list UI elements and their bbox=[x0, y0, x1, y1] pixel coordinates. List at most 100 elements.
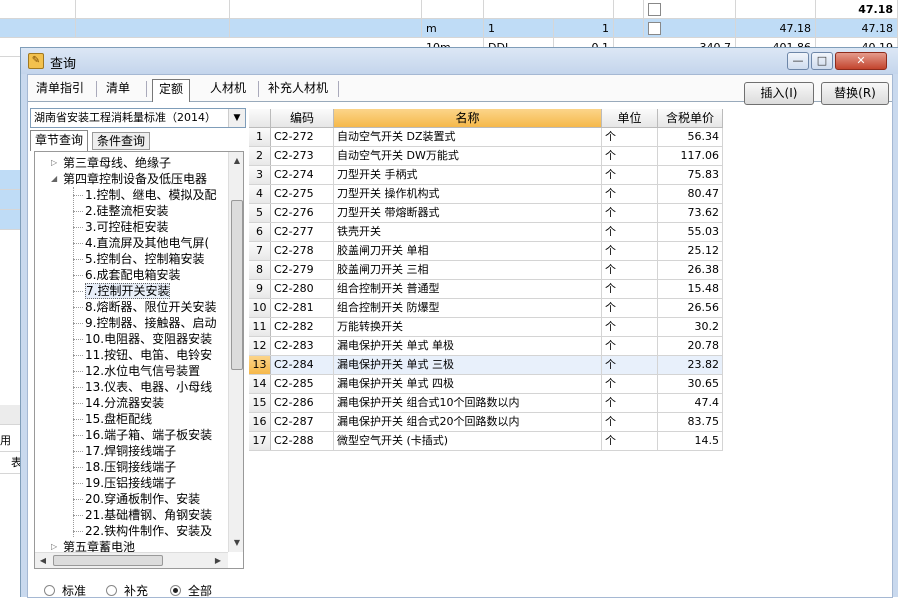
table-row[interactable]: 17 C2-288 微型空气开关 (卡插式) 个 14.5 bbox=[249, 432, 723, 451]
tree-node[interactable]: 6.成套配电箱安装 bbox=[73, 267, 180, 283]
tree-node[interactable]: 12.水位电气信号装置 bbox=[73, 363, 200, 379]
maximize-button[interactable]: □ bbox=[811, 52, 833, 70]
cell-unit: 个 bbox=[602, 204, 658, 222]
row-number: 5 bbox=[249, 204, 271, 222]
cell-price: 73.62 bbox=[658, 204, 723, 222]
title-bar[interactable]: ✎ 查询 — □ ✕ bbox=[21, 48, 898, 74]
triangle-expanded-icon[interactable]: ◢ bbox=[51, 171, 57, 187]
cell-price: 26.38 bbox=[658, 261, 723, 279]
minimize-button[interactable]: — bbox=[787, 52, 809, 70]
tree-node[interactable]: 14.分流器安装 bbox=[73, 395, 165, 411]
header-unit[interactable]: 单位 bbox=[602, 109, 658, 128]
bg-cell bbox=[696, 0, 736, 19]
header-code[interactable]: 编码 bbox=[271, 109, 334, 128]
cell-name: 组合控制开关 防爆型 bbox=[334, 299, 602, 317]
cell-code: C2-280 bbox=[271, 280, 334, 298]
tree-node[interactable]: 11.按钮、电笛、电铃安 bbox=[73, 347, 212, 363]
table-row[interactable]: 16 C2-287 漏电保护开关 组合式20个回路数以内个 83.75 bbox=[249, 413, 723, 432]
table-row[interactable]: 10 C2-281 组合控制开关 防爆型个 26.56 bbox=[249, 299, 723, 318]
radio-all[interactable] bbox=[170, 585, 181, 596]
bg-checkbox[interactable] bbox=[648, 22, 661, 35]
tree-node[interactable]: ◢ 第四章控制设备及低压电器 bbox=[51, 171, 207, 187]
tab-labor-material[interactable]: 人材机 bbox=[204, 79, 252, 99]
replace-button[interactable]: 替换(R) bbox=[821, 82, 889, 105]
tree-node-label: 19.压铝接线端子 bbox=[85, 476, 177, 490]
tree-node[interactable]: 18.压铜接线端子 bbox=[73, 459, 176, 475]
tree-scroll-thumb[interactable] bbox=[231, 200, 243, 370]
bg-cell bbox=[614, 0, 644, 19]
tree-node[interactable]: 13.仪表、电器、小母线 bbox=[73, 379, 212, 395]
tree-node[interactable]: 22.铁构件制作、安装及 bbox=[73, 523, 212, 539]
bg-left-highlight bbox=[0, 210, 22, 230]
tree-node[interactable]: 4.直流屏及其他电气屏( bbox=[73, 235, 209, 251]
tree-connector bbox=[73, 227, 83, 228]
table-row[interactable]: 9 C2-280 组合控制开关 普通型个 15.48 bbox=[249, 280, 723, 299]
tree-node[interactable]: 2.硅整流柜安装 bbox=[73, 203, 168, 219]
standard-select[interactable]: 湖南省安装工程消耗量标准（2014） ▼ bbox=[30, 108, 246, 128]
cell-unit: 个 bbox=[602, 242, 658, 260]
table-row[interactable]: 12 C2-283 漏电保护开关 单式 单极个 20.78 bbox=[249, 337, 723, 356]
chevron-down-icon[interactable]: ▼ bbox=[228, 109, 245, 127]
tree-node[interactable]: 9.控制器、接触器、启动 bbox=[73, 315, 216, 331]
tab-chapter-query[interactable]: 章节查询 bbox=[30, 130, 89, 151]
tree-node[interactable]: 21.基础槽钢、角钢安装 bbox=[73, 507, 213, 523]
radio-standard[interactable] bbox=[44, 585, 55, 596]
radio-supplementary[interactable] bbox=[106, 585, 117, 596]
table-row[interactable]: 15 C2-286 漏电保护开关 组合式10个回路数以内个 47.4 bbox=[249, 394, 723, 413]
table-row[interactable]: 1 C2-272 自动空气开关 DZ装置式个 56.34 bbox=[249, 128, 723, 147]
tree-node[interactable]: ▷ 第三章母线、绝缘子 bbox=[51, 155, 171, 171]
table-row[interactable]: 5 C2-276 刀型开关 带熔断器式个 73.62 bbox=[249, 204, 723, 223]
tree-node[interactable]: 10.电阻器、变阻器安装 bbox=[73, 331, 212, 347]
table-row[interactable]: 3 C2-274 刀型开关 手柄式个 75.83 bbox=[249, 166, 723, 185]
table-row[interactable]: 2 C2-273 自动空气开关 DW万能式个 117.06 bbox=[249, 147, 723, 166]
row-number: 7 bbox=[249, 242, 271, 260]
tree-hscroll-thumb[interactable] bbox=[53, 555, 163, 566]
cell-code: C2-285 bbox=[271, 375, 334, 393]
table-row[interactable]: 4 C2-275 刀型开关 操作机构式个 80.47 bbox=[249, 185, 723, 204]
cell-name: 组合控制开关 普通型 bbox=[334, 280, 602, 298]
tree-horizontal-scrollbar[interactable]: ◀ ▶ bbox=[35, 552, 228, 568]
table-row[interactable]: 13 C2-284 漏电保护开关 单式 三极个 23.82 bbox=[249, 356, 723, 375]
scroll-right-icon[interactable]: ▶ bbox=[211, 554, 225, 568]
tree-node[interactable]: 8.熔断器、限位开关安装 bbox=[73, 299, 216, 315]
scroll-left-icon[interactable]: ◀ bbox=[36, 554, 50, 568]
tree-node[interactable]: 7.控制开关安装 bbox=[73, 283, 171, 299]
table-row[interactable]: 11 C2-282 万能转换开关个 30.2 bbox=[249, 318, 723, 337]
tree-node[interactable]: 5.控制台、控制箱安装 bbox=[73, 251, 204, 267]
tree-node[interactable]: 20.穿通板制作、安装 bbox=[73, 491, 200, 507]
cell-price: 56.34 bbox=[658, 128, 723, 146]
tree-node[interactable]: 19.压铝接线端子 bbox=[73, 475, 177, 491]
header-name[interactable]: 名称 bbox=[334, 109, 602, 128]
row-number: 2 bbox=[249, 147, 271, 165]
tree-node-label: 16.端子箱、端子板安装 bbox=[85, 428, 213, 442]
cell-unit: 个 bbox=[602, 318, 658, 336]
tree-node[interactable]: 17.焊铜接线端子 bbox=[73, 443, 176, 459]
tree-node-label: 14.分流器安装 bbox=[85, 396, 165, 410]
tab-bill[interactable]: 清单 bbox=[100, 79, 136, 99]
table-row[interactable]: 14 C2-285 漏电保护开关 单式 四极个 30.65 bbox=[249, 375, 723, 394]
close-button[interactable]: ✕ bbox=[835, 52, 887, 70]
scroll-down-icon[interactable]: ▼ bbox=[230, 536, 243, 550]
scroll-up-icon[interactable]: ▲ bbox=[230, 154, 243, 168]
cell-unit: 个 bbox=[602, 223, 658, 241]
triangle-collapsed-icon[interactable]: ▷ bbox=[51, 155, 57, 171]
tree-node-label: 21.基础槽钢、角钢安装 bbox=[85, 508, 213, 522]
tree-node[interactable]: 16.端子箱、端子板安装 bbox=[73, 427, 213, 443]
table-row[interactable]: 7 C2-278 胶盖闸刀开关 单相个 25.12 bbox=[249, 242, 723, 261]
tree-node[interactable]: 1.控制、继电、模拟及配 bbox=[73, 187, 216, 203]
tab-bill-guide[interactable]: 清单指引 bbox=[30, 79, 90, 99]
tree-vertical-scrollbar[interactable]: ▲ ▼ bbox=[228, 152, 243, 552]
insert-button[interactable]: 插入(I) bbox=[744, 82, 814, 105]
tree-node[interactable]: 15.盘柜配线 bbox=[73, 411, 152, 427]
bg-cell-unit: m bbox=[422, 19, 484, 38]
tab-supplementary[interactable]: 补充人材机 bbox=[262, 79, 334, 99]
tree-node[interactable]: 3.可控硅柜安装 bbox=[73, 219, 168, 235]
cell-unit: 个 bbox=[602, 166, 658, 184]
header-price[interactable]: 含税单价 bbox=[658, 109, 723, 128]
tab-condition-query[interactable]: 条件查询 bbox=[92, 132, 151, 150]
bg-checkbox[interactable] bbox=[648, 3, 661, 16]
table-row[interactable]: 6 C2-277 铁壳开关个 55.03 bbox=[249, 223, 723, 242]
cell-unit: 个 bbox=[602, 185, 658, 203]
table-row[interactable]: 8 C2-279 胶盖闸刀开关 三相个 26.38 bbox=[249, 261, 723, 280]
tab-quota[interactable]: 定额 bbox=[152, 79, 191, 102]
